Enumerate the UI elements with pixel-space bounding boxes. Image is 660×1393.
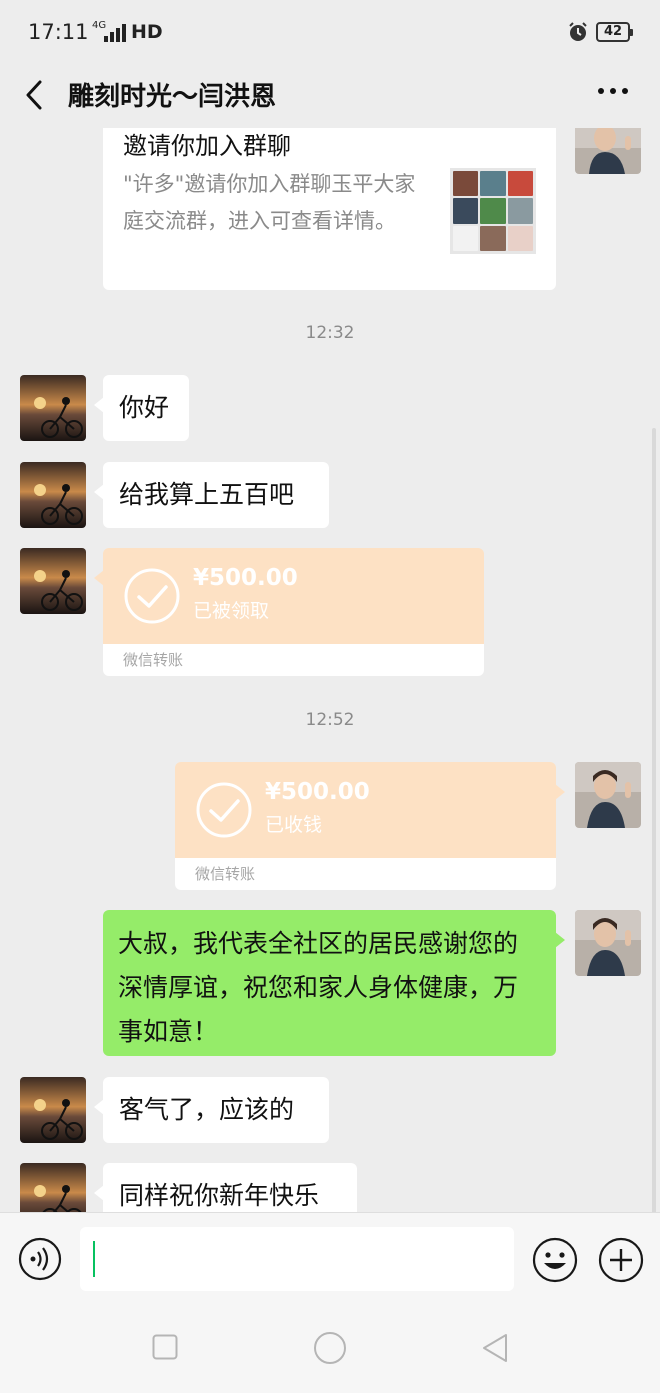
message-bubble-sent[interactable]: 大叔，我代表全社区的居民感谢您的深情厚谊，祝您和家人身体健康，万事如意！ bbox=[103, 910, 565, 1056]
my-avatar[interactable] bbox=[575, 128, 641, 174]
sunset-bicycle-photo-icon bbox=[20, 548, 86, 614]
check-circle-icon bbox=[124, 568, 180, 624]
plus-icon[interactable] bbox=[598, 1237, 644, 1283]
sunset-bicycle-photo-icon bbox=[20, 462, 86, 528]
profile-photo-icon bbox=[575, 762, 641, 828]
message-bubble-received[interactable]: 同样祝你新年快乐 bbox=[94, 1163, 357, 1212]
my-avatar[interactable] bbox=[575, 910, 641, 976]
group-avatar-thumbnail bbox=[450, 168, 536, 254]
battery-indicator: 42 bbox=[596, 22, 633, 42]
transfer-footer: 微信转账 bbox=[175, 858, 556, 890]
message-bubble-received[interactable]: 你好 bbox=[94, 375, 189, 441]
alarm-clock-icon bbox=[569, 22, 587, 41]
chat-scrollbar[interactable] bbox=[652, 428, 656, 1212]
transfer-amount: ¥500.00 bbox=[265, 779, 370, 805]
message-text-input[interactable] bbox=[80, 1227, 514, 1291]
hd-indicator: HD bbox=[131, 21, 163, 43]
contact-avatar[interactable] bbox=[20, 1077, 86, 1143]
message-bubble-received[interactable]: 客气了，应该的 bbox=[94, 1077, 329, 1143]
voice-input-icon[interactable] bbox=[18, 1237, 62, 1281]
sunset-bicycle-photo-icon bbox=[20, 1077, 86, 1143]
invite-title: 邀请你加入群聊 bbox=[123, 132, 291, 160]
sunset-bicycle-photo-icon bbox=[20, 375, 86, 441]
timestamp: 12:52 bbox=[305, 710, 355, 730]
transfer-amount: ¥500.00 bbox=[193, 565, 298, 591]
sunset-bicycle-photo-icon bbox=[20, 1163, 86, 1212]
message-text: 同样祝你新年快乐 bbox=[119, 1181, 320, 1210]
invite-description: "许多"邀请你加入群聊玉平大家庭交流群，进入可查看详情。 bbox=[123, 172, 416, 233]
transfer-footer: 微信转账 bbox=[103, 644, 484, 676]
chat-header: 雕刻时光～闫洪恩 bbox=[0, 66, 660, 128]
wechat-transfer-card[interactable]: ¥500.00 已收钱 微信转账 bbox=[175, 762, 565, 890]
contact-avatar[interactable] bbox=[20, 548, 86, 614]
transfer-status: 已被领取 bbox=[193, 600, 270, 622]
contact-avatar[interactable] bbox=[20, 1163, 86, 1212]
my-avatar[interactable] bbox=[575, 762, 641, 828]
message-text: 你好 bbox=[119, 393, 170, 422]
home-icon[interactable] bbox=[313, 1331, 347, 1365]
message-text: 大叔，我代表全社区的居民感谢您的深情厚谊，祝您和家人身体健康，万事如意！ bbox=[118, 929, 519, 1046]
back-arrow-icon[interactable] bbox=[20, 78, 50, 112]
message-text: 给我算上五百吧 bbox=[119, 480, 295, 509]
contact-avatar[interactable] bbox=[20, 375, 86, 441]
chat-message-list[interactable]: 邀请你加入群聊 "许多"邀请你加入群聊玉平大家庭交流群，进入可查看详情。 12:… bbox=[0, 128, 660, 1212]
signal-bars-icon bbox=[104, 24, 126, 42]
wechat-transfer-card[interactable]: ¥500.00 已被领取 微信转账 bbox=[94, 548, 484, 676]
message-input-bar bbox=[0, 1212, 660, 1305]
profile-photo-icon bbox=[575, 128, 641, 174]
text-cursor bbox=[93, 1241, 95, 1277]
check-circle-icon bbox=[196, 782, 252, 838]
profile-photo-icon bbox=[575, 910, 641, 976]
transfer-status: 已收钱 bbox=[265, 814, 323, 836]
status-time: 17:11 bbox=[28, 20, 89, 44]
contact-avatar[interactable] bbox=[20, 462, 86, 528]
emoji-icon[interactable] bbox=[532, 1237, 578, 1283]
timestamp: 12:32 bbox=[305, 323, 355, 343]
back-triangle-icon[interactable] bbox=[480, 1332, 510, 1364]
recent-apps-icon[interactable] bbox=[152, 1334, 178, 1360]
message-bubble-received[interactable]: 给我算上五百吧 bbox=[94, 462, 329, 528]
more-options-icon[interactable] bbox=[596, 81, 630, 101]
group-invite-card[interactable]: 邀请你加入群聊 "许多"邀请你加入群聊玉平大家庭交流群，进入可查看详情。 bbox=[103, 128, 556, 290]
system-navigation-bar bbox=[0, 1304, 660, 1393]
message-text: 客气了，应该的 bbox=[119, 1095, 295, 1124]
chat-title: 雕刻时光～闫洪恩 bbox=[68, 82, 277, 112]
status-bar: 17:11 4G HD 42 bbox=[0, 0, 660, 66]
